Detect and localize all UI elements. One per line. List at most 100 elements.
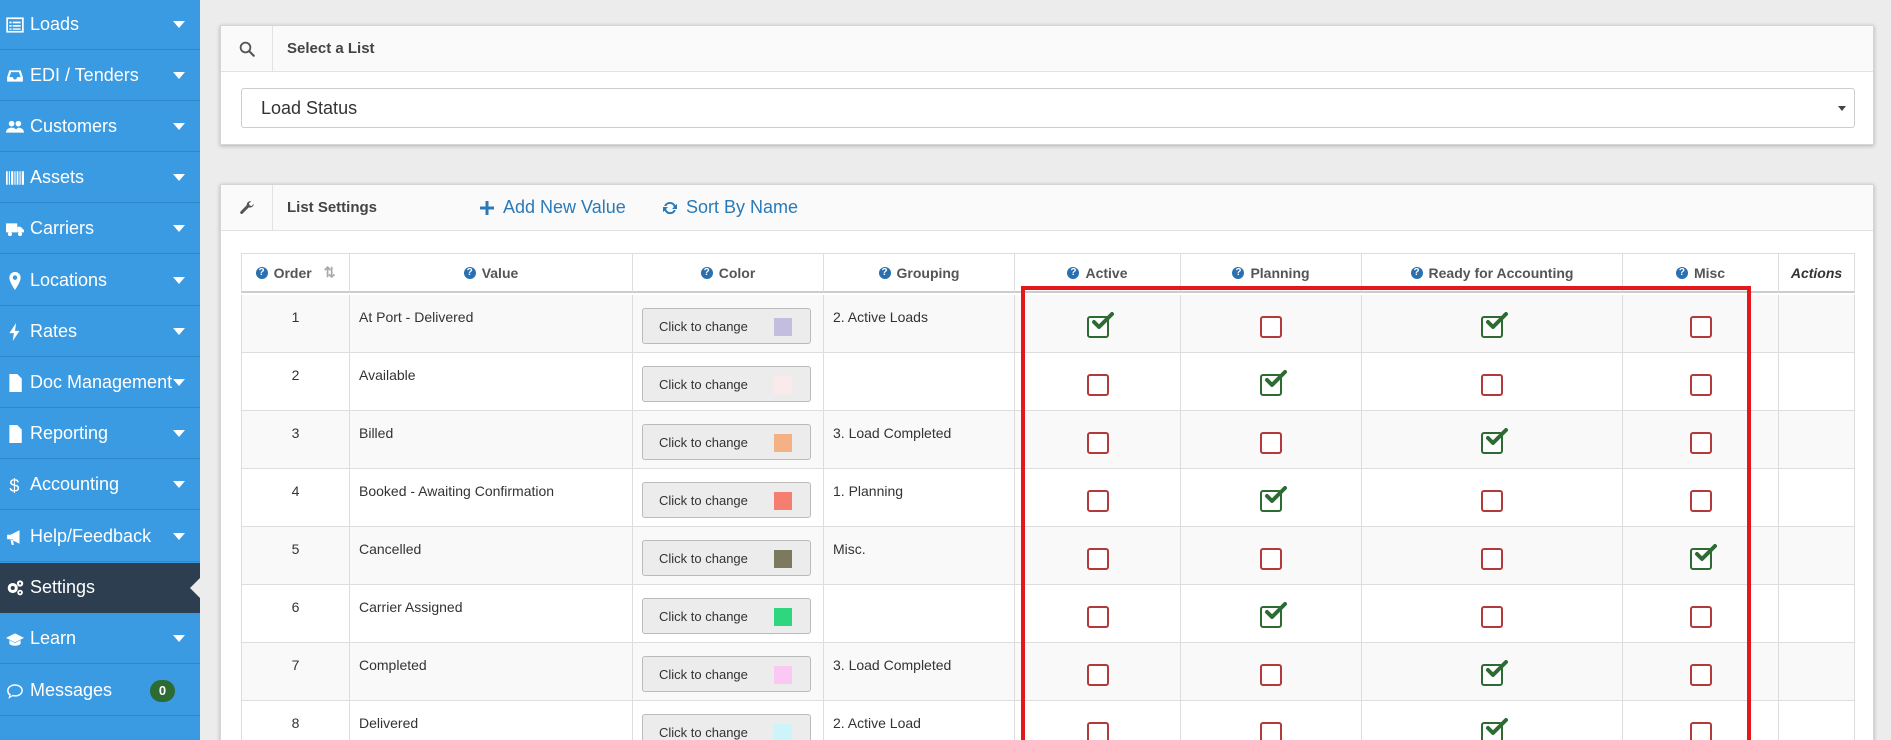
order-header-label: Order — [273, 264, 312, 281]
ready-checkbox[interactable] — [1481, 718, 1508, 740]
active-checkbox[interactable] — [1087, 490, 1109, 512]
planning-header-label: Planning — [1250, 264, 1310, 281]
ready-checkbox[interactable] — [1481, 548, 1503, 570]
grouping-text: 3. Load Completed — [833, 657, 952, 673]
color-picker-label: Click to change — [659, 725, 748, 740]
bullhorn-icon — [3, 528, 27, 546]
active-indicator — [190, 578, 200, 598]
ready-checkbox[interactable] — [1481, 606, 1503, 628]
color-picker-button[interactable]: Click to change — [642, 308, 811, 344]
sidebar-item-learn[interactable]: Learn — [0, 614, 200, 664]
active-checkbox[interactable] — [1087, 664, 1109, 686]
planning-checkbox[interactable] — [1260, 664, 1282, 686]
color-picker-label: Click to change — [659, 435, 748, 450]
list-settings-header: List Settings Add New Value Sort By Name — [221, 185, 1873, 231]
color-picker-button[interactable]: Click to change — [642, 598, 811, 634]
cell-planning — [1180, 295, 1362, 353]
sidebar-item-doc-management[interactable]: Doc Management — [0, 358, 200, 408]
sidebar-item-help-feedback[interactable]: Help/Feedback — [0, 512, 200, 562]
column-header-planning: ? Planning — [1180, 253, 1362, 293]
color-picker-button[interactable]: Click to change — [642, 366, 811, 402]
misc-checkbox[interactable] — [1690, 490, 1712, 512]
color-swatch — [774, 318, 792, 336]
misc-checkbox[interactable] — [1690, 316, 1712, 338]
check-icon — [1091, 312, 1115, 332]
color-swatch — [774, 550, 792, 568]
sidebar-item-settings[interactable]: Settings — [0, 563, 200, 613]
sidebar-item-carriers[interactable]: Carriers — [0, 204, 200, 254]
misc-checkbox[interactable] — [1690, 432, 1712, 454]
color-picker-button[interactable]: Click to change — [642, 540, 811, 576]
planning-checkbox[interactable] — [1260, 722, 1282, 740]
sidebar-item-customers[interactable]: Customers — [0, 102, 200, 152]
sort-icon[interactable]: ⇅ — [324, 264, 336, 281]
gears-icon — [3, 579, 27, 597]
planning-checkbox[interactable] — [1260, 602, 1287, 628]
ready-checkbox[interactable] — [1481, 312, 1508, 338]
add-new-value-button[interactable]: Add New Value — [479, 197, 626, 218]
misc-checkbox[interactable] — [1690, 664, 1712, 686]
color-picker-label: Click to change — [659, 493, 748, 508]
sidebar-item-messages[interactable]: Messages 0 — [0, 666, 200, 716]
active-checkbox[interactable] — [1087, 606, 1109, 628]
color-swatch — [774, 608, 792, 626]
misc-checkbox[interactable] — [1690, 374, 1712, 396]
list-settings-title: List Settings — [287, 199, 378, 216]
planning-checkbox[interactable] — [1260, 548, 1282, 570]
active-checkbox[interactable] — [1087, 722, 1109, 740]
planning-checkbox[interactable] — [1260, 486, 1287, 512]
color-picker-button[interactable]: Click to change — [642, 424, 811, 460]
cell-actions — [1778, 353, 1855, 411]
misc-checkbox[interactable] — [1690, 544, 1717, 570]
file-text-icon — [3, 424, 27, 443]
cell-color: Click to change — [632, 585, 824, 643]
color-header-label: Color — [718, 264, 756, 281]
active-checkbox[interactable] — [1087, 432, 1109, 454]
planning-checkbox[interactable] — [1260, 316, 1282, 338]
sidebar-item-loads[interactable]: Loads — [0, 0, 200, 50]
value-text: Carrier Assigned — [359, 599, 463, 615]
value-text: Billed — [359, 425, 394, 441]
active-checkbox[interactable] — [1087, 374, 1109, 396]
cell-color: Click to change — [632, 701, 824, 740]
cell-color: Click to change — [632, 353, 824, 411]
chevron-down-icon — [173, 379, 185, 386]
chevron-down-icon — [173, 533, 185, 540]
chevron-down-icon — [173, 21, 185, 28]
sort-by-name-button[interactable]: Sort By Name — [662, 197, 798, 218]
sidebar-item-label: Customers — [30, 116, 118, 136]
list-select-value: Load Status — [261, 98, 358, 118]
planning-checkbox[interactable] — [1260, 432, 1282, 454]
planning-checkbox[interactable] — [1260, 370, 1287, 396]
ready-checkbox[interactable] — [1481, 660, 1508, 686]
active-checkbox[interactable] — [1087, 548, 1109, 570]
cell-ready — [1361, 527, 1623, 585]
color-swatch — [774, 666, 792, 684]
column-header-value: ? Value — [349, 253, 633, 293]
color-picker-button[interactable]: Click to change — [642, 656, 811, 692]
sidebar-item-assets[interactable]: Assets — [0, 153, 200, 203]
misc-checkbox[interactable] — [1690, 722, 1712, 740]
sidebar-item-accounting[interactable]: $ Accounting — [0, 460, 200, 510]
sidebar-item-edi-tenders[interactable]: EDI / Tenders — [0, 51, 200, 101]
check-icon — [1485, 312, 1509, 332]
ready-checkbox[interactable] — [1481, 490, 1503, 512]
color-picker-button[interactable]: Click to change — [642, 482, 811, 518]
comment-icon — [3, 682, 27, 700]
select-list-title: Select a List — [287, 40, 375, 57]
ready-checkbox[interactable] — [1481, 374, 1503, 396]
sidebar-item-rates[interactable]: Rates — [0, 307, 200, 357]
cell-grouping: 3. Load Completed — [823, 411, 1015, 469]
misc-checkbox[interactable] — [1690, 606, 1712, 628]
sidebar-item-label: Rates — [30, 321, 78, 341]
sidebar-item-locations[interactable]: Locations — [0, 256, 200, 306]
color-picker-button[interactable]: Click to change — [642, 714, 811, 740]
active-checkbox[interactable] — [1087, 312, 1114, 338]
list-select[interactable]: Load Status — [241, 88, 1855, 128]
ready-checkbox[interactable] — [1481, 428, 1508, 454]
sidebar-item-reporting[interactable]: Reporting — [0, 409, 200, 459]
cell-actions — [1778, 701, 1855, 740]
cell-grouping: Misc. — [823, 527, 1015, 585]
column-header-order[interactable]: ? Order ⇅ — [241, 253, 350, 293]
check-icon — [1485, 660, 1509, 680]
